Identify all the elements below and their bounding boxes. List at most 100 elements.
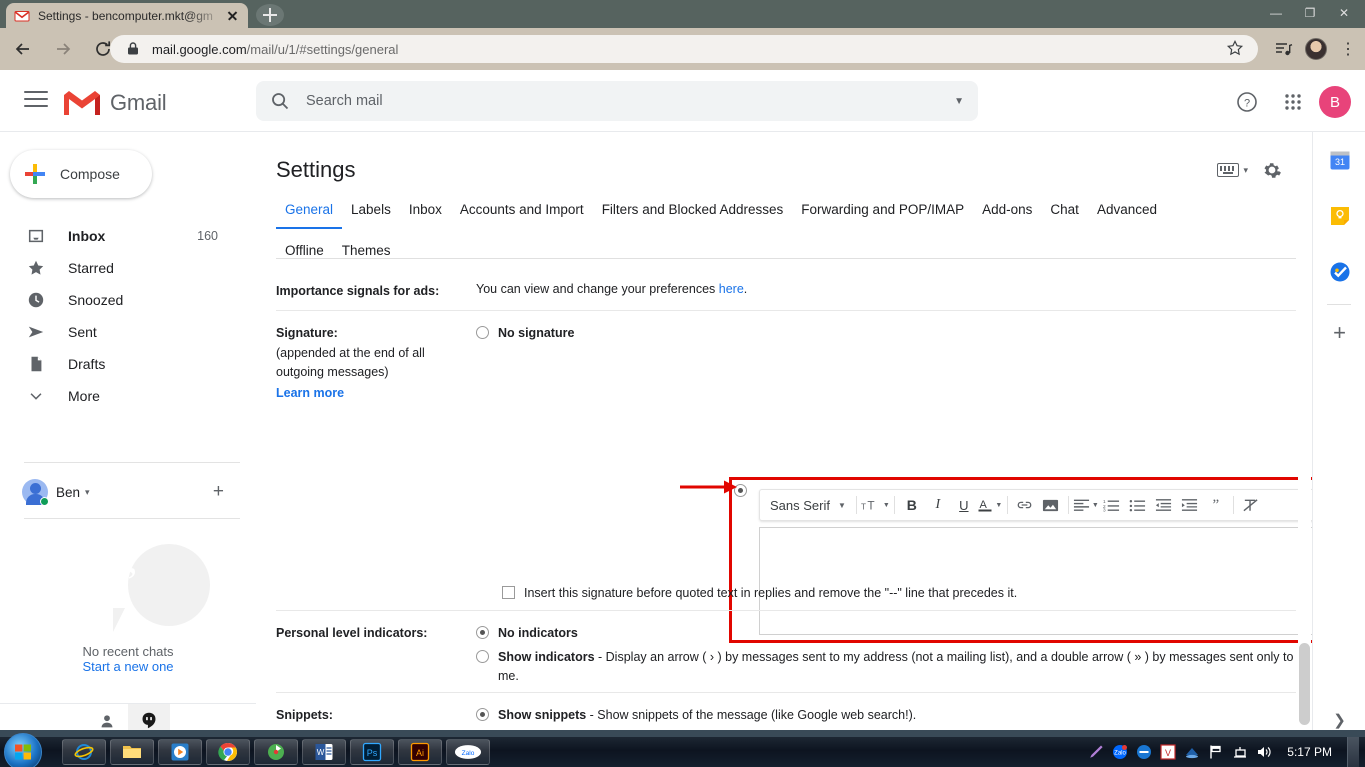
flag-action-center-icon[interactable] [1207, 744, 1224, 761]
indent-less-icon[interactable] [1151, 492, 1177, 518]
zalo-icon[interactable]: Zalo [446, 739, 490, 765]
show-indicators-radio[interactable] [476, 649, 489, 663]
link-icon[interactable] [1012, 492, 1038, 518]
no-signature-option[interactable]: No signature [476, 324, 1296, 343]
google-calendar-icon[interactable]: 31 [1313, 132, 1365, 188]
tab-general[interactable]: General [276, 194, 343, 229]
signature-text-area[interactable] [759, 527, 1365, 635]
chat-account-row[interactable]: Ben ▾ + [22, 476, 242, 508]
green-app-icon[interactable] [254, 739, 298, 765]
bold-icon[interactable]: B [899, 492, 925, 518]
tab-filters-and-blocked-addresses[interactable]: Filters and Blocked Addresses [593, 194, 793, 227]
tab-add-ons[interactable]: Add-ons [973, 194, 1041, 227]
tab-forwarding-and-pop-imap[interactable]: Forwarding and POP/IMAP [792, 194, 973, 227]
account-avatar[interactable]: B [1319, 86, 1351, 118]
underline-icon[interactable]: U [951, 492, 977, 518]
settings-scrollbar[interactable] [1298, 132, 1311, 737]
unikey-tray-icon[interactable] [1135, 744, 1152, 761]
new-tab-button[interactable] [256, 4, 284, 26]
google-tasks-icon[interactable] [1313, 244, 1365, 300]
add-chat-icon[interactable]: + [213, 481, 224, 503]
media-player-icon[interactable] [158, 739, 202, 765]
taskbar-clock[interactable]: 5:17 PM [1287, 745, 1332, 759]
bulleted-list-icon[interactable] [1125, 492, 1151, 518]
chevron-down-icon[interactable]: ▾ [85, 487, 90, 498]
maximize-button[interactable]: ❐ [1293, 2, 1327, 24]
internet-explorer-icon[interactable] [62, 739, 106, 765]
sidebar-item-snoozed[interactable]: Snoozed [0, 284, 240, 316]
close-icon[interactable] [224, 8, 240, 24]
tab-inbox[interactable]: Inbox [400, 194, 451, 227]
tab-advanced[interactable]: Advanced [1088, 194, 1166, 227]
sidebar-item-sent[interactable]: Sent [0, 316, 240, 348]
quote-icon[interactable]: ” [1203, 492, 1229, 518]
tab-offline[interactable]: Offline [276, 235, 333, 268]
google-apps-icon[interactable] [1273, 82, 1313, 122]
zalo-tray-icon[interactable]: Zalo [1111, 744, 1128, 761]
back-icon[interactable] [6, 32, 40, 66]
tab-chat[interactable]: Chat [1041, 194, 1088, 227]
no-signature-radio[interactable] [476, 326, 489, 339]
insert-before-quoted-checkbox[interactable] [502, 586, 515, 599]
photoshop-icon[interactable]: Ps [350, 739, 394, 765]
importance-here-link[interactable]: here [719, 282, 744, 296]
illustrator-icon[interactable]: Ai [398, 739, 442, 765]
compose-button[interactable]: Compose [10, 150, 152, 198]
teamviewer-tray-icon[interactable] [1183, 744, 1200, 761]
expand-panel-icon[interactable]: ❯ [1313, 711, 1365, 729]
sidebar-item-starred[interactable]: Starred [0, 252, 240, 284]
sidebar-item-drafts[interactable]: Drafts [0, 348, 240, 380]
minimize-button[interactable]: — [1259, 2, 1293, 24]
remove-formatting-icon[interactable] [1238, 492, 1264, 518]
gear-icon[interactable] [1262, 160, 1282, 180]
vlc-tray-icon[interactable]: V [1159, 744, 1176, 761]
sidebar-item-more[interactable]: More [0, 380, 240, 412]
start-new-chat-link[interactable]: Start a new one [0, 659, 256, 674]
tab-themes[interactable]: Themes [333, 235, 400, 268]
scrollbar-thumb[interactable] [1299, 643, 1310, 725]
main-menu-icon[interactable] [24, 91, 48, 111]
indent-more-icon[interactable] [1177, 492, 1203, 518]
search-options-icon[interactable]: ▼ [954, 96, 964, 107]
start-button[interactable] [4, 733, 42, 767]
reading-list-icon[interactable] [1271, 36, 1297, 62]
chevron-down-icon[interactable]: ▾ [1243, 165, 1248, 176]
no-indicators-radio[interactable] [476, 626, 489, 639]
file-explorer-icon[interactable] [110, 739, 154, 765]
font-size-icon[interactable]: TT ▼ [861, 492, 890, 518]
insert-before-quoted-option[interactable]: Insert this signature before quoted text… [502, 584, 1296, 603]
google-chrome-icon[interactable] [206, 739, 250, 765]
forward-icon[interactable] [46, 32, 80, 66]
align-icon[interactable]: ▼ [1073, 492, 1099, 518]
insert-image-icon[interactable] [1038, 492, 1064, 518]
network-tray-icon[interactable] [1231, 744, 1248, 761]
tab-labels[interactable]: Labels [342, 194, 400, 227]
show-snippets-radio[interactable] [476, 708, 489, 721]
numbered-list-icon[interactable]: 123 [1099, 492, 1125, 518]
show-desktop-button[interactable] [1347, 737, 1359, 767]
search-input[interactable]: Search mail ▼ [256, 81, 978, 121]
browser-tab[interactable]: Settings - bencomputer.mkt@gm [6, 3, 248, 28]
italic-icon[interactable]: I [925, 492, 951, 518]
bookmark-star-icon[interactable] [1226, 39, 1246, 59]
browser-menu-icon[interactable]: ⋮ [1335, 36, 1361, 62]
pen-tray-icon[interactable] [1087, 744, 1104, 761]
sidebar-item-inbox[interactable]: Inbox 160 [0, 220, 240, 252]
add-addon-icon[interactable]: + [1313, 309, 1365, 357]
profile-avatar-icon[interactable] [1303, 36, 1329, 62]
google-keep-icon[interactable] [1313, 188, 1365, 244]
volume-tray-icon[interactable] [1255, 744, 1272, 761]
signature-learn-more-link[interactable]: Learn more [276, 386, 344, 400]
window-close-button[interactable]: ✕ [1327, 2, 1361, 24]
gmail-logo[interactable]: Gmail [62, 88, 167, 118]
display-density-icon[interactable] [1217, 163, 1240, 177]
help-icon[interactable]: ? [1227, 82, 1267, 122]
show-snippets-option[interactable]: Show snippets - Show snippets of the mes… [476, 706, 1296, 725]
text-color-icon[interactable]: A ▼ [977, 492, 1003, 518]
tab-accounts-and-import[interactable]: Accounts and Import [451, 194, 593, 227]
microsoft-word-icon[interactable]: W [302, 739, 346, 765]
font-family-dropdown[interactable]: Sans Serif ▼ [764, 498, 852, 513]
show-indicators-option[interactable]: Show indicators - Display an arrow ( › )… [476, 648, 1296, 686]
address-bar[interactable]: mail.google.com/mail/u/1/#settings/gener… [110, 35, 1258, 63]
no-indicators-option[interactable]: No indicators [476, 624, 1296, 643]
